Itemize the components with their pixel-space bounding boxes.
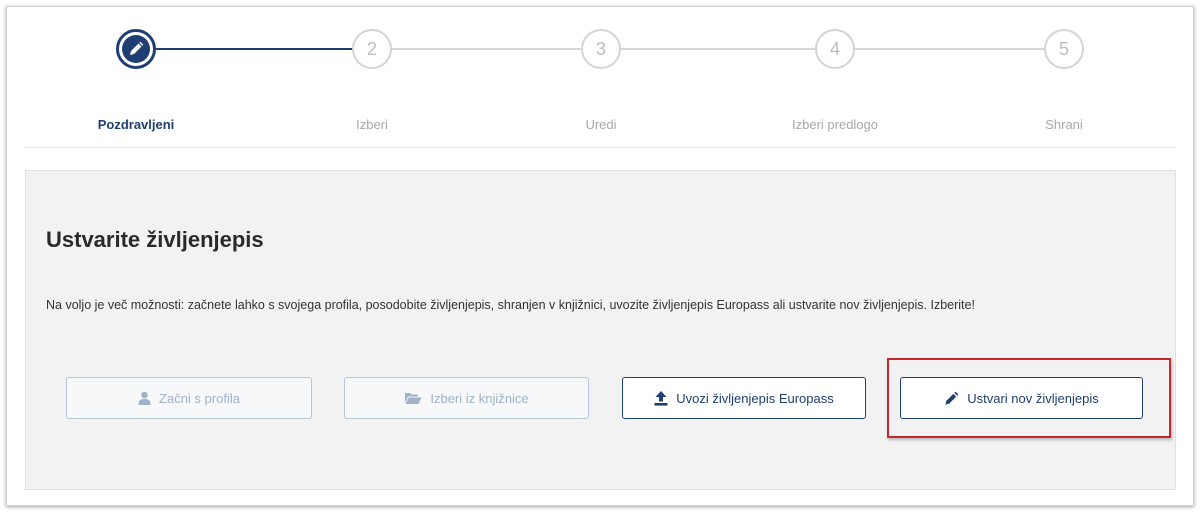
step-5-label: Shrani (1045, 117, 1083, 132)
step-1-label: Pozdravljeni (97, 117, 175, 132)
start-from-profile-button[interactable]: Začni s profila (66, 377, 312, 419)
step-5-circle[interactable]: 5 (1044, 29, 1084, 69)
start-from-profile-label: Začni s profila (159, 390, 240, 406)
stepper-line-2 (392, 48, 581, 50)
upload-icon (654, 390, 668, 406)
step-3-label: Uredi (585, 117, 617, 132)
stepper-line-4 (855, 48, 1044, 50)
stepper-line-3 (621, 48, 815, 50)
step-5-number: 5 (1058, 38, 1069, 59)
step-3-circle[interactable]: 3 (581, 29, 621, 69)
step-1-circle[interactable] (116, 29, 156, 69)
stepper-line-1 (156, 48, 352, 50)
step-4-label: Izberi predlogo (792, 117, 878, 132)
step-2-number: 2 (366, 38, 377, 59)
highlight-box (887, 358, 1171, 438)
panel-description: Na voljo je več možnosti: začnete lahko … (46, 298, 975, 312)
choose-from-library-label: Izberi iz knjižnice (430, 390, 529, 406)
choose-from-library-button[interactable]: Izberi iz knjižnice (344, 377, 589, 419)
folder-open-icon (404, 391, 422, 405)
step-4-circle[interactable]: 4 (815, 29, 855, 69)
step-4-number: 4 (829, 38, 840, 59)
step-2-circle[interactable]: 2 (352, 29, 392, 69)
create-cv-panel: Ustvarite življenjepis Na voljo je več m… (25, 170, 1176, 490)
step-2-label: Izberi (356, 117, 388, 132)
panel-title: Ustvarite življenjepis (46, 227, 264, 252)
import-europass-button[interactable]: Uvozi življenjepis Europass (622, 377, 866, 419)
user-icon (138, 391, 151, 405)
section-divider (25, 147, 1175, 148)
pencil-icon (122, 35, 150, 63)
step-3-number: 3 (595, 38, 606, 59)
import-europass-label: Uvozi življenjepis Europass (676, 390, 834, 406)
progress-stepper: 2 3 4 5 Pozdravljeni Izberi Uredi Izberi… (7, 7, 1193, 147)
app-frame: 2 3 4 5 Pozdravljeni Izberi Uredi Izberi… (6, 6, 1194, 506)
